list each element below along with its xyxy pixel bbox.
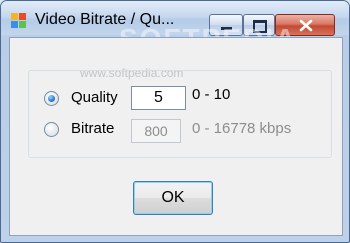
bitrate-label[interactable]: Bitrate [71, 120, 114, 137]
dialog-window: Video Bitrate / Qu... SOFTPEDIA www.soft… [0, 0, 350, 243]
bitrate-range: 0 - 16778 kbps [192, 120, 292, 137]
app-icon-square-blue [11, 21, 18, 28]
quality-range: 0 - 10 [192, 86, 231, 103]
dialog-client-area: www.softpedia.com Quality 5 0 - 10 Bitra… [9, 37, 343, 236]
quality-label[interactable]: Quality [71, 89, 118, 106]
quality-radio[interactable] [44, 91, 59, 106]
close-icon [299, 19, 313, 32]
mode-group-box [28, 70, 332, 158]
app-icon-square-green [19, 21, 26, 28]
bitrate-radio[interactable] [44, 122, 59, 137]
app-icon-square-red [19, 13, 26, 20]
app-icon[interactable] [11, 13, 27, 29]
radio-selected-dot [48, 95, 55, 102]
bitrate-input[interactable]: 800 [131, 119, 181, 143]
ok-button[interactable]: OK [133, 181, 213, 215]
app-icon-square-yellow [11, 13, 18, 20]
quality-input[interactable]: 5 [131, 86, 186, 110]
